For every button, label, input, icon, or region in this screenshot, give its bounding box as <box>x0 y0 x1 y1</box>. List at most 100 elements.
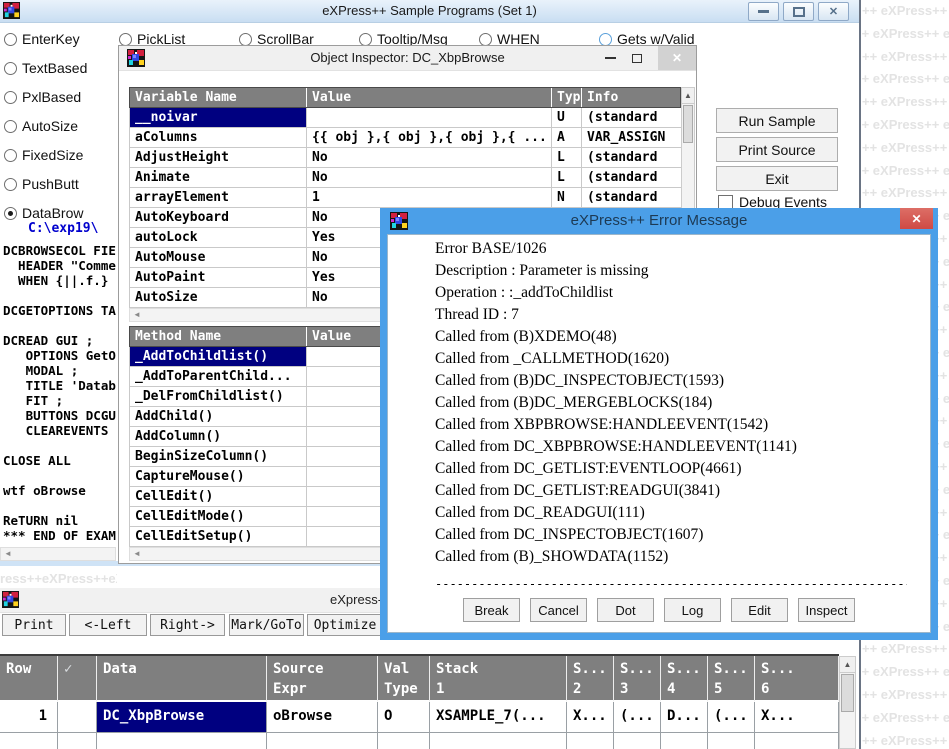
code-line: BUTTONS DCGU <box>3 408 116 423</box>
scroll-left-icon[interactable]: ◄ <box>1 550 12 558</box>
table-cell-stack1[interactable]: XSAMPLE_7(... <box>430 702 567 733</box>
optimize-button[interactable]: Optimize <box>307 614 383 636</box>
variable-name: AutoPaint <box>130 268 307 288</box>
close-button[interactable]: ✕ <box>900 208 933 229</box>
mark-goto-button[interactable]: Mark/GoTo <box>229 614 304 636</box>
log-button[interactable]: Log <box>664 598 721 622</box>
watermark-line: ++ eXPress++ e ++ eXPress++ e <box>862 182 949 205</box>
edit-button[interactable]: Edit <box>731 598 788 622</box>
variable-row[interactable]: aColumns {{ obj },{ obj },{ obj },{ ... … <box>130 128 681 148</box>
variable-name: autoLock <box>130 228 307 248</box>
code-line: DCREAD GUI ; <box>3 333 116 348</box>
variable-info: VAR_ASSIGN <box>582 128 682 148</box>
radio-option[interactable]: DataBrow <box>4 205 87 221</box>
table-cell-row-number[interactable]: 1 <box>0 702 58 733</box>
table-cell-stack6[interactable]: X... <box>755 702 839 733</box>
table-cell-stack4[interactable]: D... <box>661 702 708 733</box>
method-name: CellEditMode() <box>130 507 307 527</box>
scroll-thumb[interactable] <box>841 674 854 712</box>
dot-button[interactable]: Dot <box>597 598 654 622</box>
table-cell-data[interactable]: DC_XbpBrowse <box>97 702 267 733</box>
run-sample-button[interactable]: Run Sample <box>716 108 838 133</box>
radio-option[interactable]: PushButt <box>4 176 87 192</box>
watermark-line: ++ eXPress++ e ++ eXPress++ e <box>862 68 949 91</box>
radio-label: TextBased <box>22 60 87 76</box>
variable-row[interactable]: __noivar U (standard <box>130 108 681 128</box>
error-trace-line: Thread ID : 7 <box>435 306 930 328</box>
scroll-left-icon[interactable]: ◄ <box>130 311 141 319</box>
cancel-button[interactable]: Cancel <box>530 598 587 622</box>
maximize-button[interactable] <box>783 2 814 21</box>
column-header: Method Name <box>130 327 307 346</box>
radio-option[interactable]: EnterKey <box>4 31 87 47</box>
variable-row[interactable]: arrayElement 1 N (standard <box>130 188 681 208</box>
variable-value: {{ obj },{ obj },{ obj },{ ... <box>307 128 552 148</box>
code-hscrollbar[interactable]: ◄ <box>0 547 116 561</box>
code-line: FIT ; <box>3 393 116 408</box>
watermark-line: ++ eXPress++ e ++ eXPress++ e <box>862 707 949 730</box>
inspector-titlebar[interactable]: Object Inspector: DC_XbpBrowse ✕ <box>119 46 696 71</box>
column-header: Type <box>552 88 582 107</box>
minimize-button[interactable] <box>748 2 779 21</box>
watch-table-vscrollbar[interactable]: ▲ <box>839 656 856 749</box>
variable-name: AutoSize <box>130 288 307 308</box>
minimize-icon[interactable] <box>605 57 616 59</box>
scroll-left-icon[interactable]: ◄ <box>130 550 141 558</box>
empty-cell <box>614 733 661 749</box>
code-line <box>3 438 116 453</box>
maximize-icon <box>793 7 805 17</box>
error-trace-line: Error BASE/1026 <box>435 240 930 262</box>
column-header: S...2 <box>567 656 614 702</box>
radio-option[interactable]: AutoSize <box>4 118 87 134</box>
radio-option[interactable]: PxlBased <box>4 89 87 105</box>
error-titlebar[interactable]: eXPress++ Error Message ✕ <box>380 208 938 234</box>
variable-row[interactable]: AdjustHeight No L (standard <box>130 148 681 168</box>
column-header: S...6 <box>755 656 839 702</box>
method-name: _DelFromChildlist() <box>130 387 307 407</box>
column-header: S...4 <box>661 656 708 702</box>
close-button[interactable]: ✕ <box>658 46 696 70</box>
variable-value <box>307 108 552 128</box>
radio-option[interactable]: TextBased <box>4 60 87 76</box>
table-cell-stack5[interactable]: (... <box>708 702 755 733</box>
variable-row[interactable]: Animate No L (standard <box>130 168 681 188</box>
break-button[interactable]: Break <box>463 598 520 622</box>
variable-name: Animate <box>130 168 307 188</box>
error-trace-line: Operation : :_addToChildlist <box>435 284 930 306</box>
table-cell-val-type[interactable]: O <box>378 702 430 733</box>
exit-button[interactable]: Exit <box>716 166 838 191</box>
table-cell-stack2[interactable]: X... <box>567 702 614 733</box>
caption-buttons: ✕ <box>605 46 696 70</box>
main-titlebar[interactable]: eXPress++ Sample Programs (Set 1) ✕ <box>0 0 859 23</box>
variable-info: (standard <box>582 148 682 168</box>
table-cell-stack3[interactable]: (... <box>614 702 661 733</box>
table-cell-source-expr[interactable]: oBrowse <box>267 702 378 733</box>
right-button[interactable]: Right-> <box>150 614 225 636</box>
print-button[interactable]: Print <box>2 614 66 636</box>
radio-icon <box>359 33 372 46</box>
column-header: Info <box>582 88 682 107</box>
column-header: Row <box>0 656 58 702</box>
source-code-panel: DCBROWSECOL FIE HEADER "Comme WHEN {||.f… <box>3 243 116 543</box>
code-line <box>3 288 116 303</box>
radio-label: PushButt <box>22 176 79 192</box>
print-source-button[interactable]: Print Source <box>716 137 838 162</box>
radio-icon <box>239 33 252 46</box>
method-name: _AddToChildlist() <box>130 347 307 367</box>
variable-info: (standard <box>582 108 682 128</box>
maximize-icon[interactable] <box>632 54 642 63</box>
radio-option[interactable]: FixedSize <box>4 147 87 163</box>
table-cell-check[interactable] <box>58 702 97 733</box>
radio-icon <box>4 33 17 46</box>
column-header: Data <box>97 656 267 702</box>
scroll-up-icon[interactable]: ▲ <box>840 657 855 673</box>
radio-label: EnterKey <box>22 31 80 47</box>
scroll-thumb[interactable] <box>683 105 693 143</box>
empty-cell <box>430 733 567 749</box>
column-header: Stack1 <box>430 656 567 702</box>
left-button[interactable]: <-Left <box>69 614 147 636</box>
scroll-up-icon[interactable]: ▲ <box>682 88 694 104</box>
variable-name: arrayElement <box>130 188 307 208</box>
close-button[interactable]: ✕ <box>818 2 849 21</box>
inspect-button[interactable]: Inspect <box>798 598 855 622</box>
